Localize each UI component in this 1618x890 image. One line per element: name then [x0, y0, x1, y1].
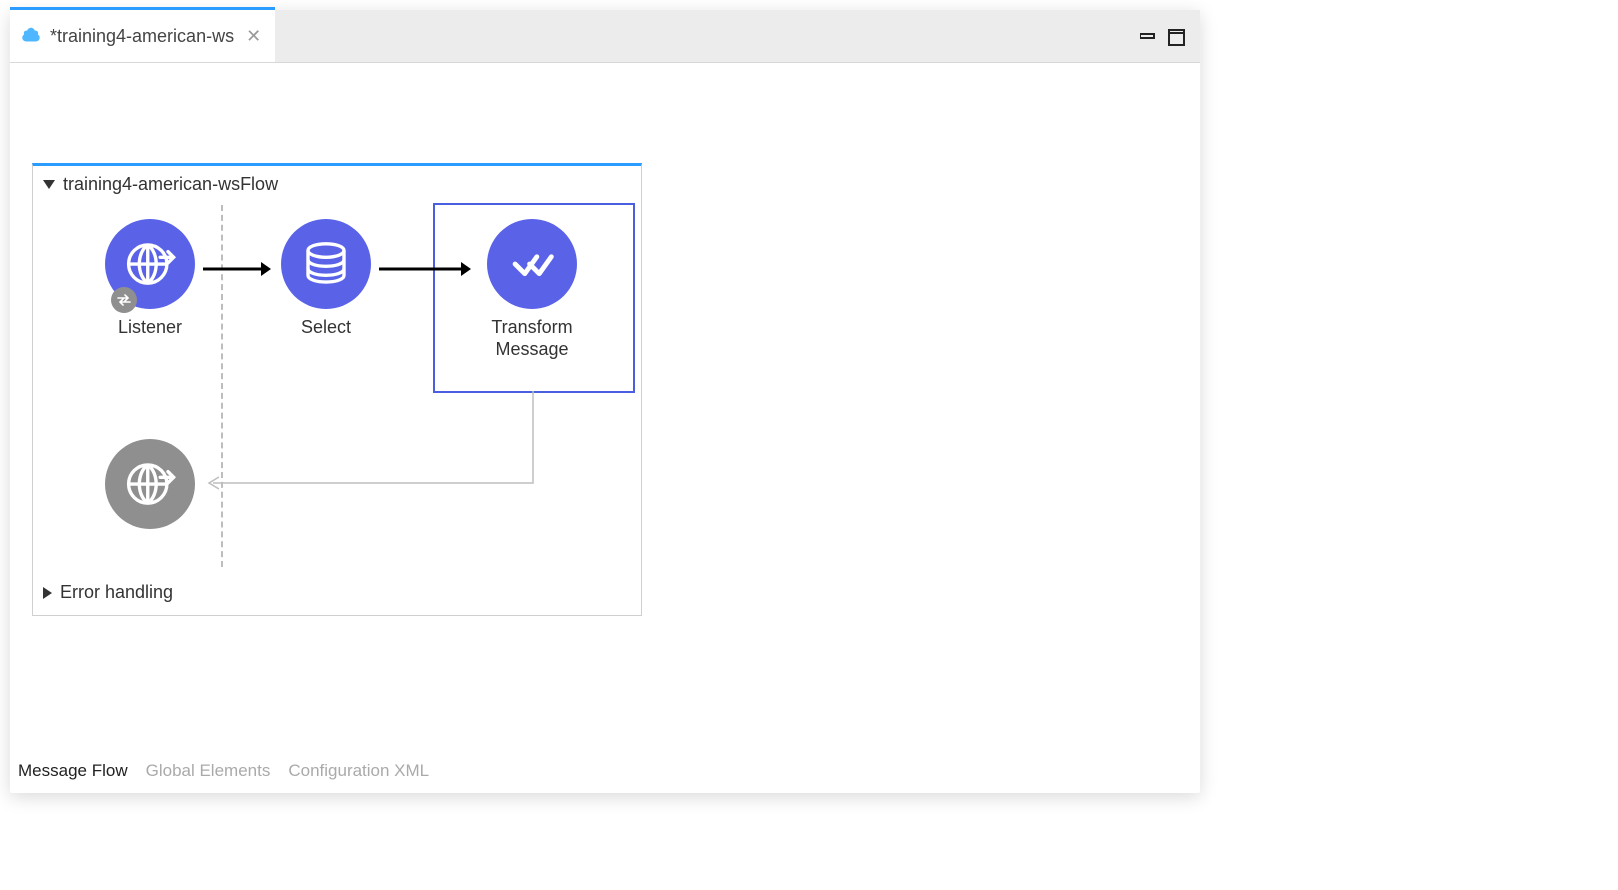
- mule-icon: [20, 25, 42, 47]
- bottom-tabs: Message Flow Global Elements Configurati…: [10, 743, 1200, 793]
- chevron-down-icon: [43, 180, 55, 189]
- tab-title: *training4-american-ws: [50, 26, 234, 47]
- node-transform-label: Transform Message: [462, 317, 602, 360]
- error-handling-section[interactable]: Error handling: [33, 571, 641, 615]
- tab-bar: *training4-american-ws ✕: [10, 10, 1200, 63]
- globe-out-icon: [105, 439, 195, 529]
- editor-window: *training4-american-ws ✕ training4-ameri…: [10, 10, 1200, 793]
- flow-canvas[interactable]: training4-american-wsFlow: [10, 63, 1200, 743]
- editor-tab[interactable]: *training4-american-ws ✕: [10, 7, 275, 62]
- maximize-icon[interactable]: [1168, 29, 1186, 43]
- dataweave-icon: [487, 219, 577, 309]
- flow-arrow: [379, 259, 473, 279]
- node-response[interactable]: [105, 439, 195, 529]
- globe-out-icon: [105, 219, 195, 309]
- flow-arrow: [203, 259, 273, 279]
- error-handling-label: Error handling: [60, 582, 173, 603]
- exchange-badge-icon: [111, 287, 137, 313]
- bottom-tab-configuration-xml[interactable]: Configuration XML: [288, 761, 429, 781]
- minimize-icon[interactable]: [1140, 29, 1158, 43]
- close-icon[interactable]: ✕: [246, 26, 261, 47]
- flow-container[interactable]: training4-american-wsFlow: [32, 163, 642, 616]
- flow-header[interactable]: training4-american-wsFlow: [33, 166, 641, 201]
- database-icon: [281, 219, 371, 309]
- node-select-label: Select: [256, 317, 396, 339]
- node-transform-message[interactable]: Transform Message: [487, 219, 602, 360]
- chevron-right-icon: [43, 587, 52, 599]
- window-controls: [1140, 10, 1200, 62]
- flow-body: Listener Select: [33, 201, 641, 571]
- bottom-tab-message-flow[interactable]: Message Flow: [18, 761, 128, 781]
- bottom-tab-global-elements[interactable]: Global Elements: [146, 761, 271, 781]
- node-listener-label: Listener: [80, 317, 220, 339]
- flow-title: training4-american-wsFlow: [63, 174, 278, 195]
